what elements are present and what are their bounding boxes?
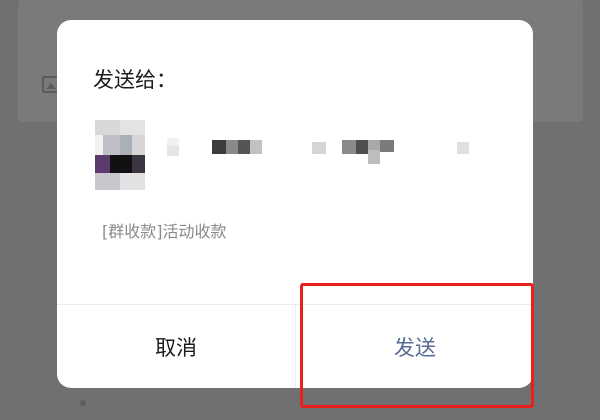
background-dot	[80, 400, 86, 406]
message-preview: [群收款]活动收款	[102, 222, 227, 241]
send-button[interactable]: 发送	[296, 305, 533, 388]
cancel-button[interactable]: 取消	[57, 305, 295, 388]
recipient-avatar	[95, 120, 145, 190]
recipient-name-obscured	[157, 138, 487, 168]
dialog-title: 发送给：	[93, 68, 177, 92]
send-to-dialog: 发送给： [群收款]活动收款 取消 发送	[57, 20, 533, 388]
